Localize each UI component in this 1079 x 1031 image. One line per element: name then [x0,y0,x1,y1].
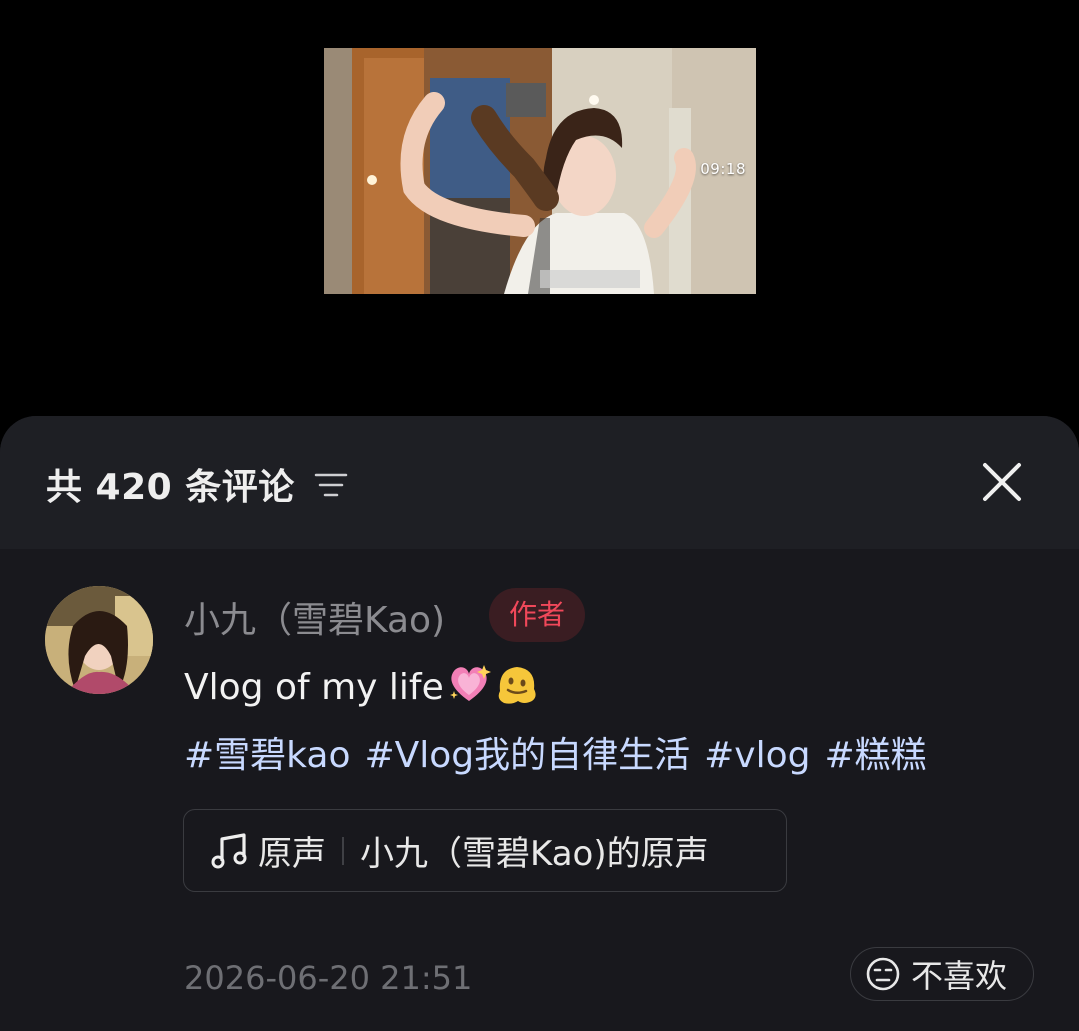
comments-header: 共 420 条评论 [0,416,1079,549]
music-divider [342,836,344,865]
hashtag-list: #雪碧kao #Vlog我的自律生活 #vlog #糕糕 [184,726,941,778]
melting-face-emoji [498,667,536,704]
author-avatar[interactable] [45,586,153,694]
caption-text: Vlog of my life [184,667,444,708]
hashtag-link[interactable]: #vlog [704,735,810,776]
post-timestamp: 2026-06-20 21:51 [184,959,473,997]
unamused-face-icon [866,957,900,991]
music-title: 小九（雪碧Kao)的原声 [360,834,709,874]
hashtag-link[interactable]: #Vlog我的自律生活 [364,735,690,776]
original-sound-button[interactable]: 原声 小九（雪碧Kao)的原声 [183,809,787,892]
post-caption: Vlog of my life [184,661,540,708]
dislike-button[interactable]: 不喜欢 [850,947,1034,1001]
comments-sheet: 共 420 条评论 小九（雪碧Kao) 作者 Vlog of my life #… [0,416,1079,1031]
hashtag-link[interactable]: #雪碧kao [184,735,350,776]
dislike-label: 不喜欢 [911,957,1008,995]
sort-filter-icon[interactable] [314,472,348,498]
video-thumbnail[interactable]: 09:18 [324,48,756,294]
author-name[interactable]: 小九（雪碧Kao) [184,591,445,643]
close-icon[interactable] [982,462,1022,502]
music-note-icon [211,832,247,868]
video-area: 09:18 [0,0,1079,420]
comment-count-title: 共 420 条评论 [46,467,295,508]
sparkling-heart-emoji [449,665,491,701]
music-label: 原声 [258,834,326,874]
hashtag-link[interactable]: #糕糕 [825,735,927,776]
author-badge: 作者 [489,588,585,642]
video-duration: 09:18 [700,160,746,178]
